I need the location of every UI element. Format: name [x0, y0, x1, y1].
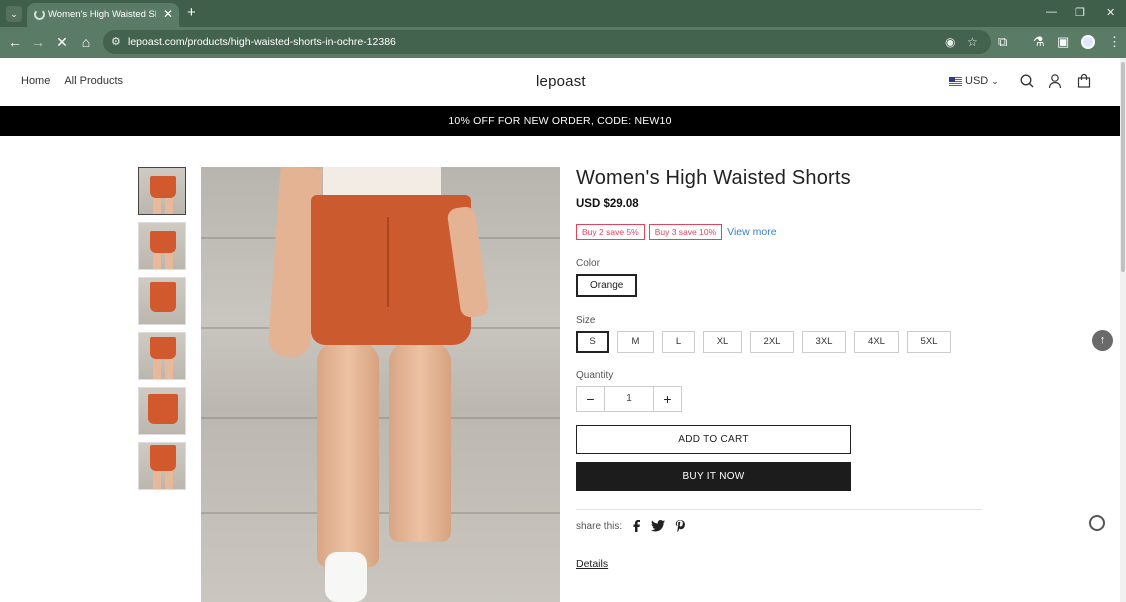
share-row: share this:	[576, 520, 982, 532]
browser-tab[interactable]: Women's High Waisted Shorts ✕	[27, 3, 179, 27]
nav-home-link[interactable]: Home	[21, 75, 50, 87]
size-option-xl[interactable]: XL	[703, 331, 742, 353]
thumbnail-6[interactable]	[138, 442, 186, 490]
promo-tag[interactable]: Buy 3 save 10%	[648, 224, 723, 240]
thumbnail-5[interactable]	[138, 387, 186, 435]
size-option-s[interactable]: S	[576, 331, 609, 353]
extensions-icon[interactable]: ⧉	[998, 34, 1007, 50]
size-label: Size	[576, 315, 596, 326]
size-option-3xl[interactable]: 3XL	[802, 331, 846, 353]
thumbnail-1[interactable]	[138, 167, 186, 215]
size-option-4xl[interactable]: 4XL	[854, 331, 899, 353]
close-tab-icon[interactable]: ✕	[163, 7, 173, 21]
increase-quantity-button[interactable]: +	[654, 387, 681, 411]
url-text[interactable]: lepoast.com/products/high-waisted-shorts…	[128, 36, 396, 48]
size-option-5xl[interactable]: 5XL	[907, 331, 951, 353]
thumbnail-gallery	[138, 167, 188, 497]
chevron-down-icon: ⌄	[991, 75, 999, 86]
bookmark-star-icon[interactable]: ☆	[967, 35, 978, 49]
view-more-link[interactable]: View more	[727, 226, 776, 238]
home-icon[interactable]: ⌂	[78, 34, 94, 50]
details-tab[interactable]: Details	[576, 558, 608, 570]
search-icon[interactable]	[1019, 73, 1035, 89]
profile-avatar-icon[interactable]	[1081, 35, 1095, 49]
currency-label: USD	[965, 75, 989, 87]
quantity-input[interactable]: 1	[604, 387, 654, 411]
thumbnail-2[interactable]	[138, 222, 186, 270]
add-to-cart-button[interactable]: ADD TO CART	[576, 425, 851, 454]
new-tab-icon[interactable]: +	[187, 4, 196, 21]
loading-spinner-icon	[34, 9, 45, 20]
page-content: Home All Products lepoast USD ⌄ 10% OFF F…	[0, 58, 1120, 602]
store-logo[interactable]: lepoast	[536, 73, 586, 90]
product-title: Women's High Waisted Shorts	[576, 167, 851, 189]
size-option-m[interactable]: M	[617, 331, 654, 353]
close-window-icon[interactable]: ✕	[1106, 6, 1115, 19]
share-label: share this:	[576, 520, 623, 532]
quantity-stepper: − 1 +	[576, 386, 682, 412]
size-options: S M L XL 2XL 3XL 4XL 5XL	[576, 331, 982, 353]
pinterest-icon[interactable]	[675, 520, 686, 532]
buy-it-now-button[interactable]: BUY IT NOW	[576, 462, 851, 491]
page-scrollbar[interactable]	[1120, 58, 1126, 602]
menu-kebab-icon[interactable]: ⋮	[1108, 34, 1121, 50]
minimize-icon[interactable]: —	[1046, 6, 1057, 18]
back-icon[interactable]: ←	[7, 34, 23, 50]
us-flag-icon	[949, 76, 962, 86]
stop-loading-icon[interactable]: ✕	[54, 34, 70, 51]
restore-icon[interactable]: ❐	[1075, 6, 1085, 19]
cart-icon[interactable]	[1076, 73, 1092, 89]
twitter-icon[interactable]	[651, 520, 666, 532]
color-option-orange[interactable]: Orange	[576, 274, 638, 297]
color-label: Color	[576, 258, 600, 269]
tab-title: Women's High Waisted Shorts	[48, 9, 156, 20]
browser-tab-bar: ⌄ Women's High Waisted Shorts ✕ + — ❐ ✕	[0, 0, 1126, 27]
address-bar[interactable]: ⚙ lepoast.com/products/high-waisted-shor…	[103, 30, 991, 54]
account-icon[interactable]	[1047, 73, 1063, 89]
thumbnail-3[interactable]	[138, 277, 186, 325]
announcement-bar: 10% OFF FOR NEW ORDER, CODE: NEW10	[0, 106, 1120, 136]
decrease-quantity-button[interactable]: −	[577, 387, 604, 411]
tab-search-icon[interactable]: ⌄	[6, 6, 22, 22]
product-price: USD $29.08	[576, 198, 639, 210]
labs-icon[interactable]: ⚗	[1033, 34, 1045, 50]
scrollbar-thumb[interactable]	[1121, 62, 1125, 272]
quantity-label: Quantity	[576, 370, 614, 381]
currency-selector[interactable]: USD ⌄	[949, 75, 999, 87]
facebook-icon[interactable]	[632, 520, 641, 532]
back-to-top-button[interactable]: ↑	[1092, 330, 1113, 351]
product-info: Women's High Waisted Shorts USD $29.08 B…	[576, 167, 982, 572]
size-option-l[interactable]: L	[662, 331, 695, 353]
tracking-eye-icon[interactable]: ◉	[945, 35, 955, 49]
site-info-icon[interactable]: ⚙	[111, 35, 121, 48]
forward-icon[interactable]: →	[30, 34, 46, 50]
browser-toolbar: ← → ✕ ⌂ ⚙ lepoast.com/products/high-wais…	[0, 27, 1126, 58]
main-nav: Home All Products	[21, 75, 137, 87]
size-option-2xl[interactable]: 2XL	[750, 331, 794, 353]
promo-tag[interactable]: Buy 2 save 5%	[576, 224, 645, 240]
nav-all-products-link[interactable]: All Products	[64, 75, 123, 87]
sidebar-icon[interactable]: ▣	[1057, 34, 1069, 50]
help-chat-icon[interactable]	[1089, 515, 1105, 531]
divider	[576, 509, 982, 510]
main-product-image[interactable]	[201, 167, 560, 602]
thumbnail-4[interactable]	[138, 332, 186, 380]
promotion-tags: Buy 2 save 5% Buy 3 save 10% View more	[576, 224, 982, 240]
